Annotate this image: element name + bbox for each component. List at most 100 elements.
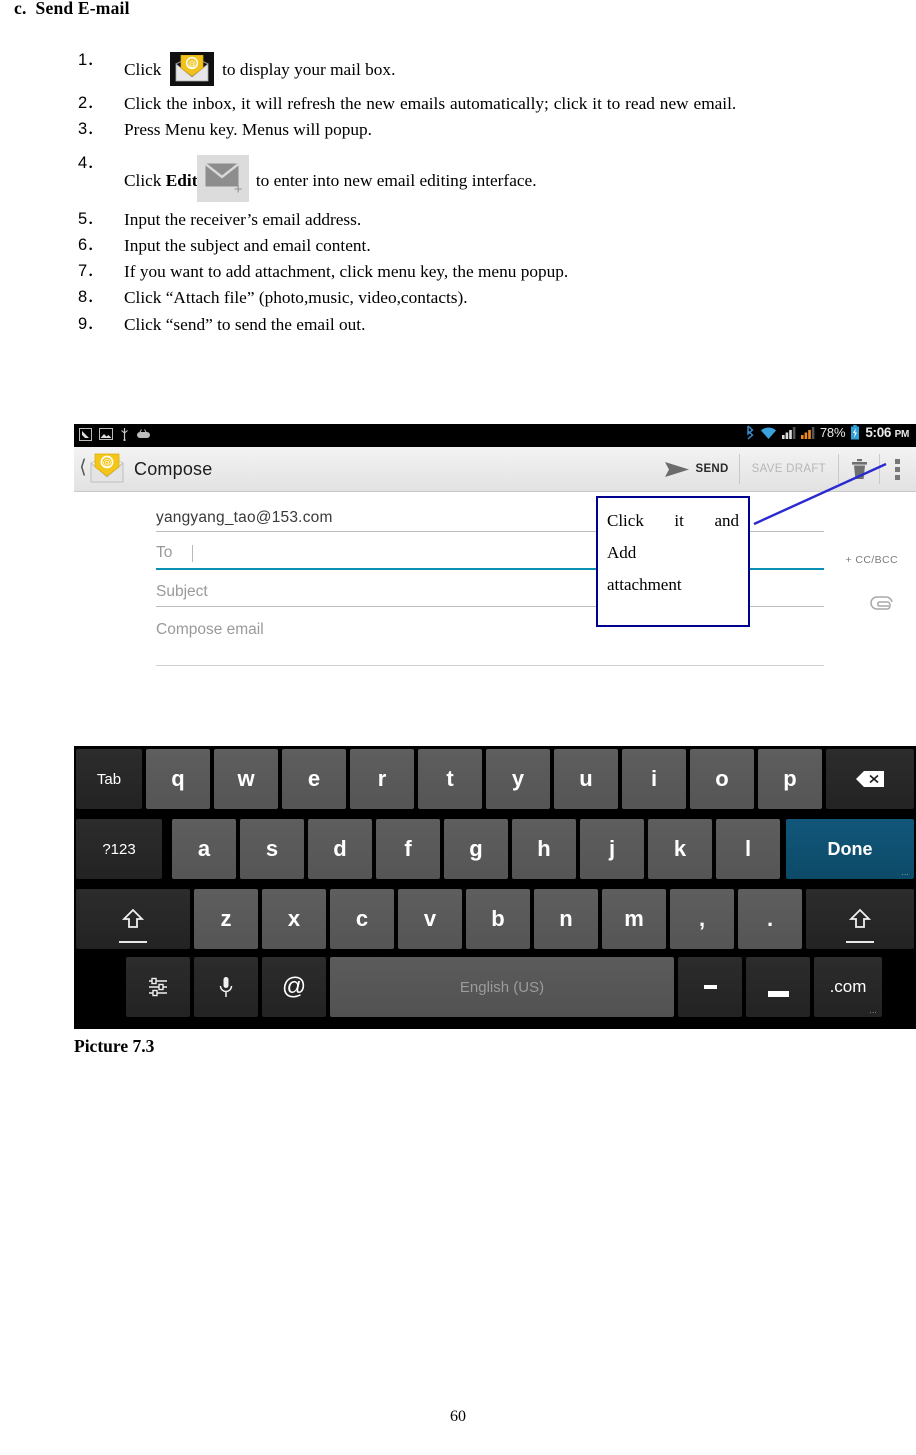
key-period[interactable]: . bbox=[738, 889, 802, 949]
key-q[interactable]: q bbox=[146, 749, 210, 809]
key-s[interactable]: s bbox=[240, 819, 304, 879]
key-comma[interactable]: , bbox=[670, 889, 734, 949]
key-underscore[interactable] bbox=[746, 957, 810, 1017]
key-dotcom-label: .com bbox=[829, 977, 867, 996]
key-hyphen[interactable] bbox=[678, 957, 742, 1017]
key-done[interactable]: Done ... bbox=[786, 819, 914, 879]
step-3-text: Press Menu key. Menus will popup. bbox=[124, 120, 373, 140]
key-w[interactable]: w bbox=[214, 749, 278, 809]
compose-white-space bbox=[74, 678, 916, 746]
key-z[interactable]: z bbox=[194, 889, 258, 949]
key-m[interactable]: m bbox=[602, 889, 666, 949]
step-1-number: 1． bbox=[78, 50, 103, 69]
wifi-icon bbox=[760, 427, 776, 439]
step-4-number: 4． bbox=[78, 152, 103, 172]
step-7: 7． If you want to add attachment, click … bbox=[78, 261, 878, 282]
step-7-number: 7． bbox=[78, 261, 103, 281]
key-x[interactable]: x bbox=[262, 889, 326, 949]
key-settings[interactable] bbox=[126, 957, 190, 1017]
key-i[interactable]: i bbox=[622, 749, 686, 809]
shift-icon bbox=[849, 908, 871, 928]
step-6-text: Input the subject and email content. bbox=[124, 235, 371, 255]
step-7-text: If you want to add attachment, click men… bbox=[124, 262, 569, 282]
svg-text:@: @ bbox=[188, 59, 196, 68]
shift-underline bbox=[846, 941, 874, 943]
send-plane-icon bbox=[665, 461, 690, 477]
key-tab[interactable]: Tab bbox=[76, 749, 142, 809]
key-c[interactable]: c bbox=[330, 889, 394, 949]
key-p[interactable]: p bbox=[758, 749, 822, 809]
send-button-label: SEND bbox=[695, 463, 729, 475]
page-title: Compose bbox=[134, 459, 213, 479]
annotation-word-and: and bbox=[714, 511, 739, 530]
backspace-icon bbox=[856, 771, 884, 787]
trash-icon bbox=[851, 458, 867, 479]
screenshot-icon bbox=[79, 427, 92, 441]
key-e[interactable]: e bbox=[282, 749, 346, 809]
key-h[interactable]: h bbox=[512, 819, 576, 879]
shift-icon bbox=[122, 908, 144, 928]
overflow-menu-icon[interactable] bbox=[880, 452, 914, 486]
key-l[interactable]: l bbox=[716, 819, 780, 879]
step-4-bold-word: Edit bbox=[165, 170, 198, 190]
action-bar: ⟨ @ Compose SEND SAVE DRAFT bbox=[74, 447, 916, 492]
step-2: 2． Click the inbox, it will refresh the … bbox=[78, 93, 878, 113]
key-v[interactable]: v bbox=[398, 889, 462, 949]
text-caret bbox=[192, 544, 194, 562]
annotation-line-1: Click it and bbox=[607, 505, 739, 537]
back-chevron-icon[interactable]: ⟨ bbox=[77, 458, 89, 480]
annotation-callout: Click it and Add attachment bbox=[596, 496, 750, 627]
key-n[interactable]: n bbox=[534, 889, 598, 949]
section-letter: c. bbox=[14, 0, 27, 18]
key-dotcom[interactable]: .com ... bbox=[814, 957, 882, 1017]
keyboard-row-1: Tab q w e r t y u i o p bbox=[74, 746, 916, 814]
step-8-number: 8． bbox=[78, 287, 103, 307]
key-o[interactable]: o bbox=[690, 749, 754, 809]
key-shift-right[interactable] bbox=[806, 889, 914, 949]
to-field-placeholder: To bbox=[156, 544, 173, 561]
key-backspace[interactable] bbox=[826, 749, 914, 809]
key-at[interactable]: @ bbox=[262, 957, 326, 1017]
status-bar-clock: 5:06 PM bbox=[865, 425, 909, 440]
key-g[interactable]: g bbox=[444, 819, 508, 879]
step-2-number: 2． bbox=[78, 93, 103, 112]
hyphen-glyph bbox=[703, 985, 717, 989]
key-y[interactable]: y bbox=[486, 749, 550, 809]
body-field[interactable]: Compose email bbox=[156, 621, 824, 666]
save-draft-button[interactable]: SAVE DRAFT bbox=[740, 454, 839, 484]
key-f[interactable]: f bbox=[376, 819, 440, 879]
on-screen-keyboard: Tab q w e r t y u i o p ?123 a s d f g h… bbox=[74, 746, 916, 1029]
annotation-word-it: it bbox=[674, 511, 684, 530]
key-b[interactable]: b bbox=[466, 889, 530, 949]
step-1-text-before: Click bbox=[124, 60, 162, 79]
cc-bcc-button[interactable]: + CC/BCC bbox=[845, 554, 898, 566]
step-4: 4． Click Edit + to enter into new email … bbox=[78, 152, 878, 202]
underscore-glyph bbox=[767, 991, 789, 997]
step-5: 5． Input the receiver’s email address. bbox=[78, 208, 878, 229]
step-9: 9． Click “send” to send the email out. bbox=[78, 315, 878, 333]
step-5-text: Input the receiver’s email address. bbox=[124, 209, 362, 229]
paperclip-icon[interactable] bbox=[870, 596, 896, 616]
keyboard-row-3: z x c v b n m , . bbox=[74, 886, 916, 954]
status-bar-left-icons bbox=[79, 427, 151, 441]
delete-button[interactable] bbox=[839, 454, 880, 484]
key-d[interactable]: d bbox=[308, 819, 372, 879]
mail-at-icon: @ bbox=[169, 52, 214, 86]
key-j[interactable]: j bbox=[580, 819, 644, 879]
key-done-label: Done bbox=[827, 838, 873, 859]
key-shift-left[interactable] bbox=[76, 889, 190, 949]
microphone-icon bbox=[219, 977, 233, 997]
instruction-steps: 1． Click @ to display your mail box. 2． … bbox=[78, 50, 878, 342]
key-t[interactable]: t bbox=[418, 749, 482, 809]
key-k[interactable]: k bbox=[648, 819, 712, 879]
step-2-text: Click the inbox, it will refresh the new… bbox=[124, 94, 737, 113]
send-button[interactable]: SEND bbox=[658, 454, 740, 484]
key-a[interactable]: a bbox=[172, 819, 236, 879]
key-symbols[interactable]: ?123 bbox=[76, 819, 162, 879]
step-5-number: 5． bbox=[78, 208, 103, 228]
key-space[interactable]: English (US) bbox=[330, 957, 674, 1017]
signal-icon-2 bbox=[800, 427, 815, 439]
key-u[interactable]: u bbox=[554, 749, 618, 809]
key-r[interactable]: r bbox=[350, 749, 414, 809]
key-voice[interactable] bbox=[194, 957, 258, 1017]
